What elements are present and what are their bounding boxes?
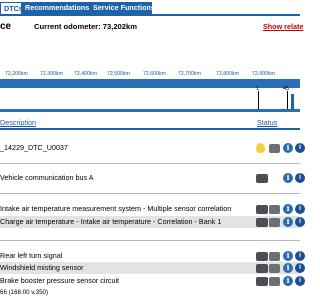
- info-icon[interactable]: i: [283, 217, 293, 227]
- info-icon[interactable]: i: [283, 173, 293, 183]
- details-icon[interactable]: i: [295, 276, 305, 286]
- timeline-bottom-bar: [0, 109, 300, 112]
- vehicle-system-icon: [256, 277, 268, 286]
- tick-label: 72,800km: [216, 71, 239, 77]
- table-row[interactable]: Windshield misting sensor i i: [0, 262, 305, 274]
- description-column-header[interactable]: Description: [0, 118, 36, 127]
- vehicle-system-icon: [256, 218, 268, 227]
- status-icons: i i: [256, 275, 305, 287]
- dtc-description: Rear left turn signal: [0, 251, 63, 260]
- odometer-timeline[interactable]: 72,200km 72,300km 72,400km 72,500km 72,6…: [0, 69, 300, 112]
- timeline-bar: [0, 79, 300, 88]
- show-related-link[interactable]: Show relate: [263, 22, 303, 31]
- dtc-description: Vehicle communication bus A: [0, 173, 94, 182]
- status-column-header[interactable]: Status: [257, 118, 277, 127]
- vehicle-system-icon: [256, 252, 268, 261]
- engine-icon: [269, 144, 280, 153]
- event-marker[interactable]: [287, 91, 288, 109]
- details-icon[interactable]: i: [295, 217, 305, 227]
- status-icons: i i: [256, 142, 305, 154]
- table-row[interactable]: Vehicle communication bus A i i: [0, 172, 305, 184]
- status-icons: i i: [256, 203, 305, 215]
- group-divider: [0, 163, 300, 164]
- vehicle-system-icon: [256, 264, 268, 273]
- vehicle-system-icon: [256, 205, 268, 214]
- group-divider: [0, 240, 300, 241]
- engine-icon: [269, 264, 280, 273]
- vehicle-system-icon: [256, 174, 268, 183]
- info-icon[interactable]: i: [283, 204, 293, 214]
- tick-label: 72,700km: [178, 71, 201, 77]
- tick-label: 72,500km: [107, 71, 130, 77]
- table-row[interactable]: Charge air temperature - Intake air temp…: [0, 216, 305, 228]
- table-row[interactable]: Rear left turn signal i i: [0, 250, 305, 262]
- page-title: ce: [0, 21, 12, 32]
- engine-icon: [269, 218, 280, 227]
- details-icon[interactable]: i: [295, 263, 305, 273]
- dtc-description: Intake air temperature measurement syste…: [0, 204, 232, 213]
- status-icons: i i: [256, 262, 305, 274]
- info-icon[interactable]: i: [283, 251, 293, 261]
- tick-label: 72,900km: [252, 71, 275, 77]
- dtc-description: Windshield misting sensor: [0, 263, 84, 272]
- timeline-events-area: [0, 88, 300, 109]
- info-icon[interactable]: i: [283, 143, 293, 153]
- dtc-description: Charge air temperature - Intake air temp…: [0, 217, 222, 226]
- group-divider: [0, 193, 300, 194]
- engine-icon: [269, 277, 280, 286]
- status-icons: i i: [256, 216, 305, 228]
- odometer-label: Current odometer: 73,202km: [34, 22, 137, 31]
- event-marker[interactable]: [291, 94, 294, 109]
- details-icon[interactable]: i: [295, 143, 305, 153]
- dtc-description: Brake booster pressure sensor circuit: [0, 276, 120, 285]
- tick-label: 72,200km: [5, 71, 28, 77]
- info-icon[interactable]: i: [283, 263, 293, 273]
- tick-label: 72,400km: [74, 71, 97, 77]
- footer-status: 66 (168.00 v,350): [0, 289, 49, 296]
- details-icon[interactable]: i: [295, 204, 305, 214]
- event-label: 1: [256, 86, 259, 92]
- status-icons: i i: [256, 250, 305, 262]
- table-row[interactable]: Brake booster pressure sensor circuit i …: [0, 275, 305, 287]
- dtc-description: _14229_DTC_U0037: [0, 143, 68, 152]
- details-icon[interactable]: i: [295, 251, 305, 261]
- details-icon[interactable]: i: [295, 173, 305, 183]
- warning-lamp-icon: [256, 143, 265, 153]
- engine-icon: [269, 252, 280, 261]
- tick-label: 72,600km: [143, 71, 166, 77]
- tab-recommendations[interactable]: Recommendations: [22, 2, 90, 14]
- tick-label: 72,300km: [40, 71, 63, 77]
- event-marker[interactable]: [258, 91, 259, 109]
- dtc-table-header: Description Status: [0, 116, 300, 130]
- page-header: ce Current odometer: 73,202km Show relat…: [0, 16, 303, 40]
- tab-dtcs[interactable]: DTCs: [0, 2, 22, 14]
- engine-icon: [269, 205, 280, 214]
- info-icon[interactable]: i: [283, 276, 293, 286]
- table-row[interactable]: _14229_DTC_U0037 i i: [0, 142, 305, 154]
- event-label: 45: [283, 86, 289, 92]
- tab-service-functions[interactable]: Service Functions: [90, 2, 152, 14]
- status-icons: i i: [256, 172, 305, 184]
- table-row[interactable]: Intake air temperature measurement syste…: [0, 203, 305, 215]
